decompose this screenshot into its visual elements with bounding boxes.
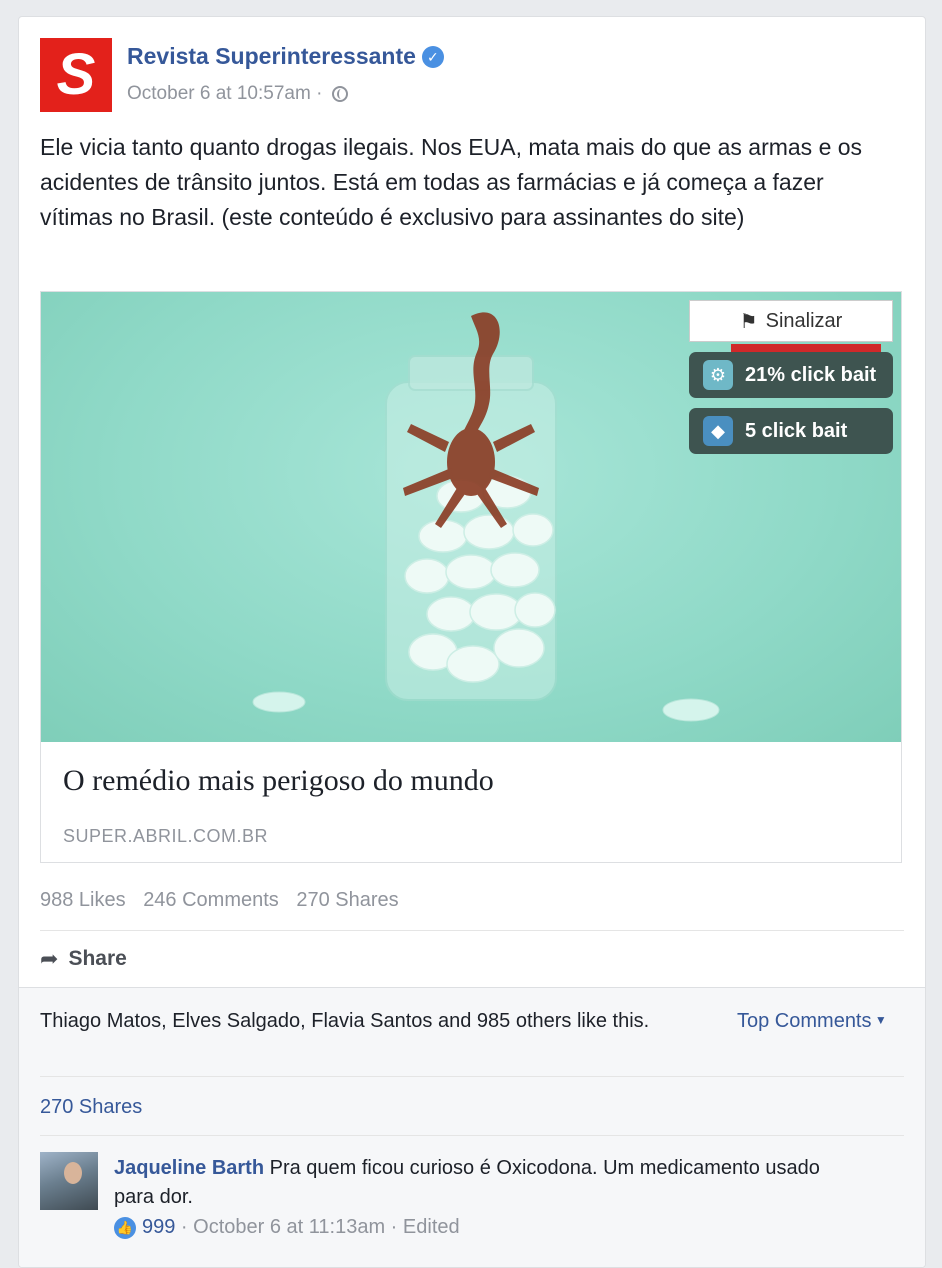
link-preview[interactable]: ⚑ Sinalizar ⚙ 21% click bait ◆ 5 click b…: [40, 291, 902, 863]
divider: [40, 930, 904, 931]
shares-link[interactable]: 270 Shares: [40, 1096, 142, 1119]
post-timestamp[interactable]: October 6 at 10:57am: [127, 83, 311, 104]
comments-section: Thiago Matos, Elves Salgado, Flavia Sant…: [19, 987, 925, 1267]
shares-count[interactable]: 270 Shares: [296, 889, 398, 911]
post-meta: October 6 at 10:57am ·: [127, 83, 348, 105]
page-name-link[interactable]: Revista Superinteressante: [127, 43, 416, 69]
fish-icon: ◆: [703, 416, 733, 446]
robot-icon: ⚙: [703, 360, 733, 390]
share-label: Share: [68, 947, 127, 970]
sort-label: Top Comments: [737, 1010, 872, 1032]
comment-timestamp[interactable]: October 6 at 11:13am: [193, 1216, 385, 1239]
comment-like-count[interactable]: 999: [142, 1216, 175, 1239]
page-name-line: Revista Superinteressante ✓: [127, 43, 444, 70]
comment-meta: 👍 999 · October 6 at 11:13am · Edited: [114, 1216, 460, 1239]
share-arrow-icon: ➦: [40, 946, 59, 971]
commenter-avatar[interactable]: [40, 1152, 98, 1210]
verified-badge-icon: ✓: [421, 46, 444, 68]
badge-label: 5 click bait: [745, 419, 848, 442]
globe-icon[interactable]: [331, 86, 348, 102]
top-comments-dropdown[interactable]: Top Comments ▼: [737, 1010, 887, 1033]
link-domain: SUPER.ABRIL.COM.BR: [63, 826, 269, 846]
meta-separator: ·: [175, 1216, 194, 1238]
page-avatar[interactable]: S: [40, 38, 112, 112]
meta-separator: ·: [316, 83, 323, 104]
badge-label: 21% click bait: [745, 363, 877, 386]
caret-down-icon: ▼: [871, 1013, 887, 1027]
flag-icon: ⚑: [739, 310, 758, 333]
post-card: S Revista Superinteressante ✓ October 6 a…: [18, 16, 926, 1268]
share-button[interactable]: ➦ Share: [40, 946, 127, 972]
meta-separator: ·: [385, 1216, 403, 1238]
thumbs-up-icon: 👍: [114, 1216, 136, 1239]
edited-label[interactable]: Edited: [403, 1216, 460, 1239]
divider: [40, 1076, 904, 1077]
likes-count[interactable]: 988 Likes: [40, 889, 126, 911]
comment-author[interactable]: Jaqueline Barth: [114, 1157, 264, 1179]
clickbait-score-badge[interactable]: ⚙ 21% click bait: [689, 352, 893, 398]
clickbait-votes-badge[interactable]: ◆ 5 click bait: [689, 408, 893, 454]
engagement-stats: 988 Likes 246 Comments 270 Shares: [40, 889, 411, 912]
comment-text-block: Jaqueline Barth Pra quem ficou curioso é…: [114, 1154, 854, 1212]
comments-count[interactable]: 246 Comments: [143, 889, 279, 911]
flag-label: Sinalizar: [765, 309, 843, 332]
likers-summary[interactable]: Thiago Matos, Elves Salgado, Flavia Sant…: [40, 1007, 700, 1036]
flag-button[interactable]: ⚑ Sinalizar: [689, 300, 893, 342]
link-title[interactable]: O remédio mais perigoso do mundo: [63, 764, 494, 798]
divider: [40, 1135, 904, 1136]
link-image[interactable]: ⚑ Sinalizar ⚙ 21% click bait ◆ 5 click b…: [41, 292, 901, 742]
post-text: Ele vicia tanto quanto drogas ilegais. N…: [40, 134, 863, 230]
